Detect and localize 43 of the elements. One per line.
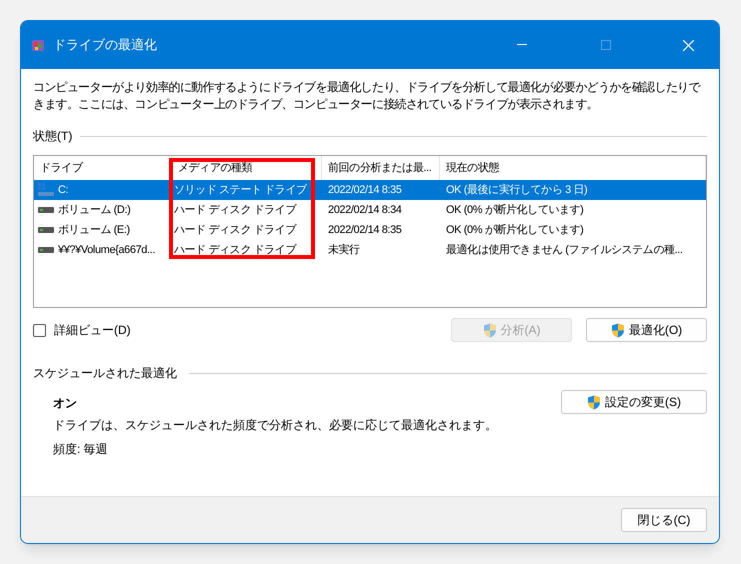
schedule-state: オン (53, 395, 78, 412)
optimize-button[interactable]: 最適化(O) (586, 318, 707, 342)
table-cell: OK (0% が断片化しています) (446, 224, 584, 236)
close-button[interactable]: 閉じる(C) (621, 508, 707, 532)
hard-drive-icon (38, 226, 54, 234)
table-cell: 2022/02/14 8:35 (328, 184, 402, 196)
checkbox-label: 詳細ビュー(D) (54, 322, 131, 339)
drive-row[interactable]: ¥¥?¥Volume{a667d... ハード ディスク ドライブ 未実行 最適化は使用できません (ファイルシステムの種... (34, 240, 706, 260)
hard-drive-icon (38, 246, 54, 254)
table-cell-text: C: (58, 182, 68, 198)
drive-row[interactable]: ボリューム (E:) ハード ディスク ドライブ 2022/02/14 8:35 OK (0% が断片化しています) (34, 220, 706, 240)
drive-row[interactable]: C: ソリッド ステート ドライブ 2022/02/14 8:35 OK (最後に実行してから 3 日) (34, 180, 706, 200)
table-cell-text: ボリューム (D:) (58, 202, 130, 218)
table-cell: OK (0% が断片化しています) (446, 204, 584, 216)
app-icon (31, 38, 45, 52)
section-title: 状態(T) (33, 128, 72, 145)
detail-view-checkbox[interactable] (33, 324, 46, 336)
shield-icon (610, 322, 625, 338)
windows-drive-icon (38, 183, 54, 197)
table-cell-text: ボリューム (E:) (58, 222, 130, 238)
section-title: スケジュールされた最適化 (33, 365, 177, 382)
table-cell: 最適化は使用できません (ファイルシステムの種... (446, 244, 682, 256)
change-settings-button[interactable]: 設定の変更(S) (561, 390, 707, 414)
table-cell: ソリッド ステート ドライブ (174, 184, 307, 196)
description-text: コンピューターがより効率的に動作するようにドライブを最適化したり、ドライブを分析して最適化が必要かどうかを確認したりできます。ここには、コンピューター上のドライブ、コンピューターに接続されているドライブが表示されます。 (33, 79, 702, 113)
table-cell: ハード ディスク ドライブ (174, 244, 296, 256)
shield-icon (482, 322, 496, 338)
window-title: ドライブの最適化 (53, 36, 157, 54)
table-cell: ハード ディスク ドライブ (174, 224, 296, 236)
table-cell-text: ¥¥?¥Volume{a667d... (58, 242, 155, 258)
table-cell: 未実行 (328, 244, 360, 256)
frequency-text: 頻度: 毎週 (53, 441, 109, 458)
drive-row[interactable]: ボリューム (D:) ハード ディスク ドライブ 2022/02/14 8:34 OK (0% が断片化しています) (34, 200, 706, 220)
hard-drive-icon (38, 206, 54, 214)
table-cell: ハード ディスク ドライブ (174, 204, 296, 216)
close-icon (682, 40, 694, 50)
schedule-text: ドライブは、スケジュールされた頻度で分析され、必要に応じて最適化されます。 (53, 417, 497, 434)
minimize-icon (517, 44, 527, 46)
table-cell: 2022/02/14 8:35 (328, 224, 402, 236)
maximize-icon (601, 40, 611, 50)
table-cell: OK (最後に実行してから 3 日) (446, 184, 588, 196)
table-cell: 2022/02/14 8:34 (328, 204, 402, 216)
shield-icon (587, 394, 601, 410)
